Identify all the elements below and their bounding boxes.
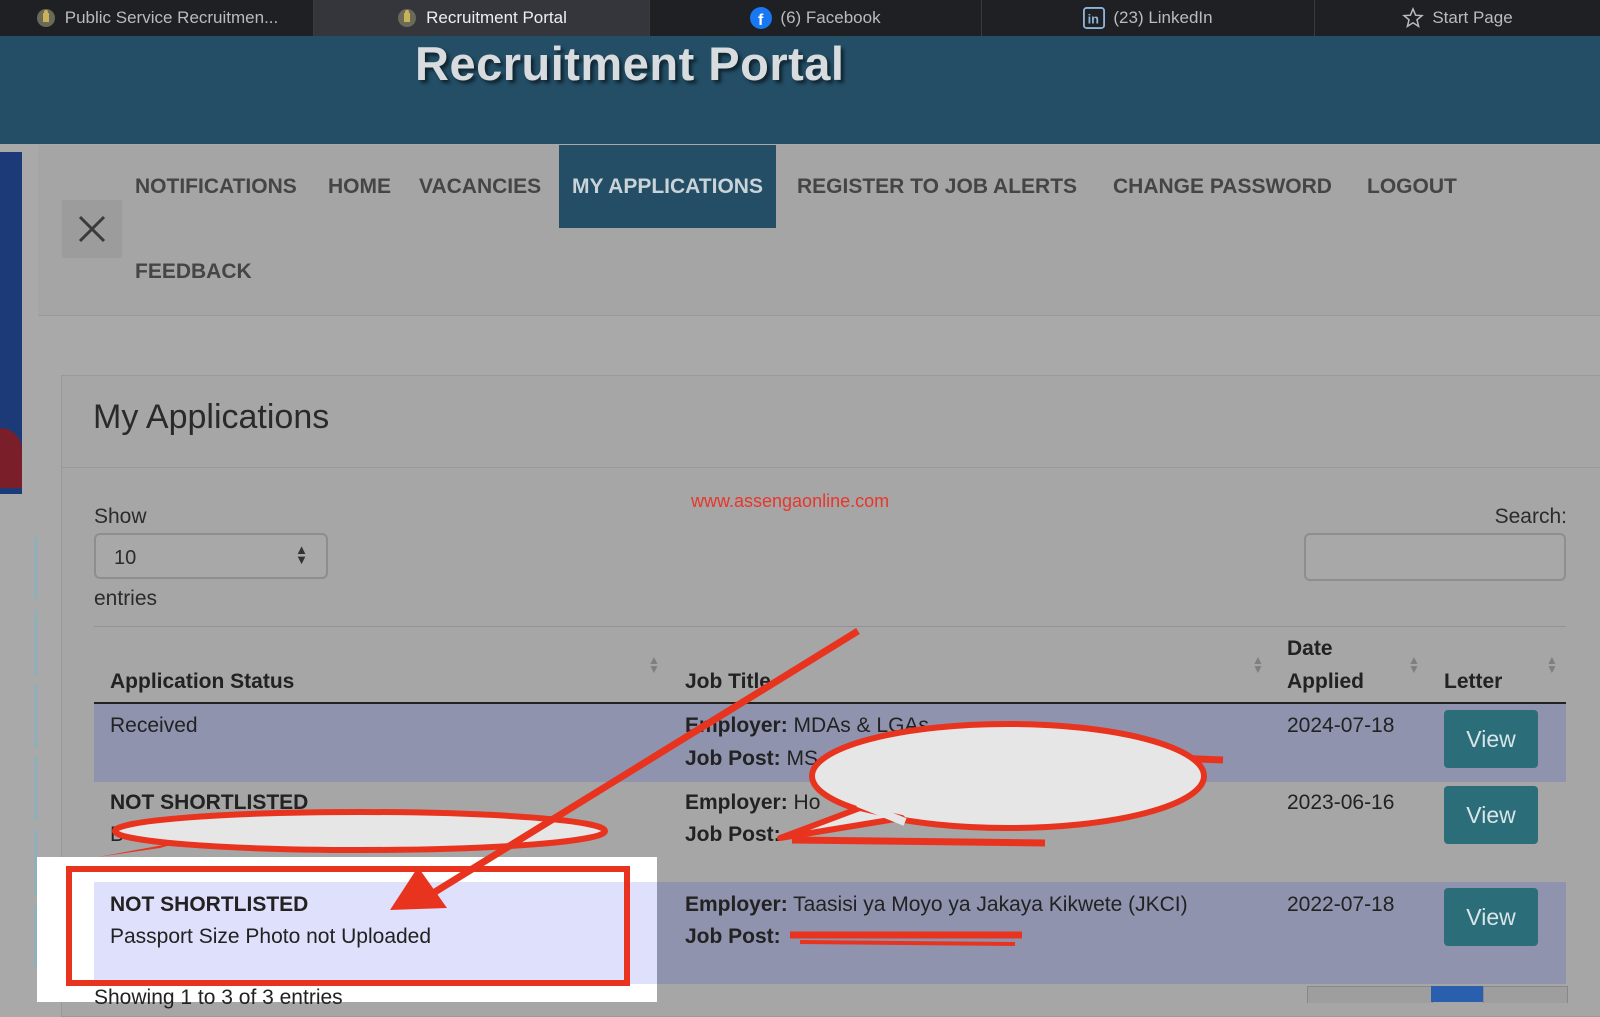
portal-title: Recruitment Portal bbox=[415, 37, 845, 90]
sort-icon[interactable]: ▲ ▼ bbox=[648, 654, 660, 675]
tab-label: Start Page bbox=[1432, 8, 1513, 27]
nav-register-job-alerts[interactable]: REGISTER TO JOB ALERTS bbox=[797, 175, 1077, 199]
pagination-next[interactable] bbox=[1483, 986, 1568, 1003]
row-status-title: NOT SHORTLISTED bbox=[110, 791, 309, 814]
col-header-date-line2[interactable]: Applied bbox=[1287, 670, 1364, 694]
view-letter-button[interactable]: View bbox=[1444, 888, 1538, 946]
tab-label: (6) Facebook bbox=[780, 8, 881, 27]
row-employer: Employer: MDAs & LGAs bbox=[685, 714, 929, 737]
linkedin-icon: in bbox=[1083, 7, 1106, 29]
tab-label: Recruitment Portal bbox=[426, 8, 567, 27]
tab-label: Public Service Recruitmen... bbox=[64, 8, 279, 27]
browser-tab-facebook[interactable]: f (6) Facebook bbox=[650, 0, 982, 36]
coat-of-arms-icon bbox=[35, 7, 57, 29]
view-letter-button[interactable]: View bbox=[1444, 786, 1538, 844]
card-header: My Applications bbox=[62, 376, 1600, 468]
side-banner-image bbox=[0, 152, 22, 494]
sort-icon[interactable]: ▲ ▼ bbox=[1252, 654, 1264, 675]
sort-icon[interactable]: ▲ ▼ bbox=[1546, 654, 1558, 675]
nav-change-password[interactable]: CHANGE PASSWORD bbox=[1113, 175, 1332, 199]
entries-label: entries bbox=[94, 587, 158, 610]
portal-header: Recruitment Portal bbox=[0, 36, 1600, 144]
nav-vacancies[interactable]: VACANCIES bbox=[419, 175, 541, 199]
watermark-text: www.assengaonline.com bbox=[691, 491, 890, 511]
nav-panel bbox=[38, 145, 1600, 316]
col-header-job-title[interactable]: Job Title bbox=[685, 670, 771, 694]
sort-icon[interactable]: ▲ ▼ bbox=[1408, 654, 1420, 675]
nav-logout[interactable]: LOGOUT bbox=[1367, 175, 1457, 199]
search-input[interactable] bbox=[1304, 533, 1566, 581]
select-arrows-icon: ▲ ▼ bbox=[295, 542, 308, 567]
facebook-icon: f bbox=[750, 7, 773, 29]
star-icon bbox=[1402, 7, 1425, 29]
entries-select[interactable]: 10 ▲ ▼ bbox=[94, 533, 328, 579]
coat-of-arms-icon bbox=[396, 7, 418, 29]
svg-text:f: f bbox=[758, 12, 764, 29]
close-icon bbox=[78, 215, 106, 243]
search-label: Search: bbox=[1494, 505, 1567, 528]
browser-tab-recruitment-portal[interactable]: Recruitment Portal bbox=[314, 0, 650, 36]
close-menu-button[interactable] bbox=[62, 200, 122, 258]
row-date: 2022-07-18 bbox=[1287, 893, 1395, 916]
row-status-detail: B bbox=[110, 823, 125, 846]
row-date: 2024-07-18 bbox=[1287, 714, 1395, 737]
row-status-detail: Passport Size Photo not Uploaded bbox=[110, 925, 432, 948]
show-label: Show bbox=[94, 505, 147, 528]
row-employer: Employer: Ho bbox=[685, 791, 821, 814]
row-job-post: Job Post: bbox=[685, 925, 781, 948]
entries-value: 10 bbox=[114, 547, 137, 569]
view-letter-button[interactable]: View bbox=[1444, 710, 1538, 768]
row-status-title: Received bbox=[110, 714, 198, 737]
col-header-status[interactable]: Application Status bbox=[110, 670, 294, 694]
browser-tab-public-service[interactable]: Public Service Recruitmen... bbox=[0, 0, 314, 36]
col-header-letter[interactable]: Letter bbox=[1444, 670, 1502, 694]
col-header-date-line1[interactable]: Date bbox=[1287, 637, 1333, 661]
row-status-title: NOT SHORTLISTED bbox=[110, 893, 309, 916]
svg-text:in: in bbox=[1088, 12, 1100, 27]
page-title: My Applications bbox=[93, 398, 330, 436]
nav-home[interactable]: HOME bbox=[328, 175, 391, 199]
row-employer: Employer: Taasisi ya Moyo ya Jakaya Kikw… bbox=[685, 893, 1188, 916]
table-top-divider bbox=[94, 626, 1566, 627]
browser-tab-bar: Public Service Recruitmen... Recruitment… bbox=[0, 0, 1600, 36]
row-job-post: Job Post: MS bbox=[685, 747, 819, 770]
browser-tab-start-page[interactable]: Start Page bbox=[1315, 0, 1600, 36]
nav-my-applications[interactable]: MY APPLICATIONS bbox=[559, 145, 776, 228]
table-info: Showing 1 to 3 of 3 entries bbox=[94, 986, 343, 1009]
pagination-page-1[interactable] bbox=[1431, 986, 1483, 1002]
nav-feedback[interactable]: FEEDBACK bbox=[135, 260, 252, 284]
tab-label: (23) LinkedIn bbox=[1113, 8, 1213, 27]
row-date: 2023-06-16 bbox=[1287, 791, 1395, 814]
pagination-previous[interactable] bbox=[1307, 986, 1433, 1003]
nav-notifications[interactable]: NOTIFICATIONS bbox=[135, 175, 297, 199]
row-job-post: Job Post: bbox=[685, 823, 781, 846]
browser-tab-linkedin[interactable]: in (23) LinkedIn bbox=[982, 0, 1315, 36]
